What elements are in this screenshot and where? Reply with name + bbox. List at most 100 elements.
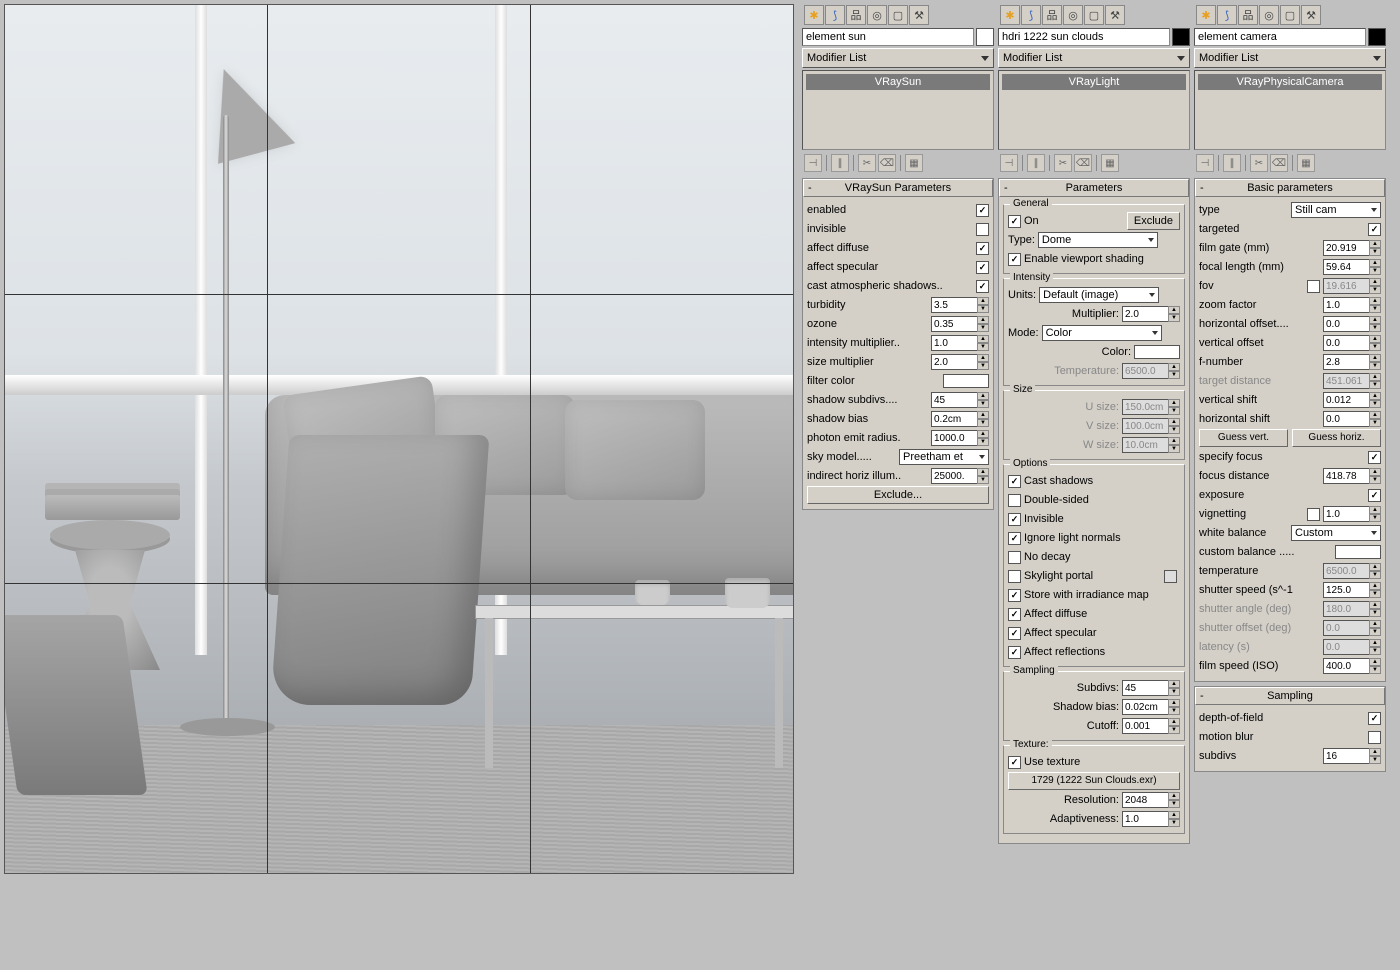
zoom-factor-spinner[interactable]: ▲▼: [1323, 297, 1381, 313]
f-number-spinner[interactable]: ▲▼: [1323, 354, 1381, 370]
hierarchy-tab-icon[interactable]: 品: [1238, 5, 1258, 25]
cutoff-spinner[interactable]: ▲▼: [1122, 718, 1180, 734]
no-decay-checkbox[interactable]: [1008, 551, 1021, 564]
motion-tab-icon[interactable]: ◎: [1063, 5, 1083, 25]
double-sided-checkbox[interactable]: [1008, 494, 1021, 507]
affect-diffuse-checkbox[interactable]: [976, 242, 989, 255]
shutter-speed-spinner[interactable]: ▲▼: [1323, 582, 1381, 598]
motion-tab-icon[interactable]: ◎: [867, 5, 887, 25]
remove-modifier-icon[interactable]: ⌫: [1074, 154, 1092, 172]
focus-distance-spinner[interactable]: ▲▼: [1323, 468, 1381, 484]
make-unique-icon[interactable]: ✂: [858, 154, 876, 172]
enabled-checkbox[interactable]: [976, 204, 989, 217]
pin-stack-icon[interactable]: ⊣: [804, 154, 822, 172]
invisible-checkbox[interactable]: [1008, 513, 1021, 526]
rollout-header[interactable]: -Parameters: [999, 179, 1189, 197]
utilities-tab-icon[interactable]: ⚒: [909, 5, 929, 25]
ozone-spinner[interactable]: ▲▼: [931, 316, 989, 332]
affect-specular-checkbox[interactable]: [1008, 627, 1021, 640]
adaptiveness-spinner[interactable]: ▲▼: [1122, 811, 1180, 827]
affect-reflections-checkbox[interactable]: [1008, 646, 1021, 659]
configure-sets-icon[interactable]: ▦: [1101, 154, 1119, 172]
guess-vert-button[interactable]: Guess vert.: [1199, 429, 1288, 447]
photon-emit-spinner[interactable]: ▲▼: [931, 430, 989, 446]
motion-blur-checkbox[interactable]: [1368, 731, 1381, 744]
store-irr-checkbox[interactable]: [1008, 589, 1021, 602]
use-texture-checkbox[interactable]: [1008, 756, 1021, 769]
pin-stack-icon[interactable]: ⊣: [1196, 154, 1214, 172]
hierarchy-tab-icon[interactable]: 品: [1042, 5, 1062, 25]
hierarchy-tab-icon[interactable]: 品: [846, 5, 866, 25]
modify-tab-icon[interactable]: ⟆: [1021, 5, 1041, 25]
vignetting-spinner[interactable]: ▲▼: [1323, 506, 1381, 522]
white-balance-dropdown[interactable]: Custom: [1291, 525, 1381, 541]
display-tab-icon[interactable]: ▢: [1084, 5, 1104, 25]
stack-item-vraysun[interactable]: VRaySun: [806, 74, 990, 90]
intensity-mult-spinner[interactable]: ▲▼: [931, 335, 989, 351]
rollout-header[interactable]: -Basic parameters: [1195, 179, 1385, 197]
resolution-spinner[interactable]: ▲▼: [1122, 792, 1180, 808]
object-color-swatch[interactable]: [976, 28, 994, 46]
custom-balance-swatch[interactable]: [1335, 545, 1381, 559]
show-end-result-icon[interactable]: ∥: [831, 154, 849, 172]
show-end-result-icon[interactable]: ∥: [1223, 154, 1241, 172]
create-tab-icon[interactable]: ✱: [1196, 5, 1216, 25]
subdivs-spinner[interactable]: ▲▼: [1323, 748, 1381, 764]
shadow-bias-spinner[interactable]: ▲▼: [1122, 699, 1180, 715]
make-unique-icon[interactable]: ✂: [1054, 154, 1072, 172]
modifier-stack[interactable]: VRayLight: [998, 70, 1190, 150]
modify-tab-icon[interactable]: ⟆: [1217, 5, 1237, 25]
h-shift-spinner[interactable]: ▲▼: [1323, 411, 1381, 427]
object-name-input[interactable]: [1194, 28, 1366, 46]
dof-checkbox[interactable]: [1368, 712, 1381, 725]
object-color-swatch[interactable]: [1368, 28, 1386, 46]
modify-tab-icon[interactable]: ⟆: [825, 5, 845, 25]
display-tab-icon[interactable]: ▢: [1280, 5, 1300, 25]
texture-map-button[interactable]: 1729 (1222 Sun Clouds.exr): [1008, 772, 1180, 790]
remove-modifier-icon[interactable]: ⌫: [1270, 154, 1288, 172]
display-tab-icon[interactable]: ▢: [888, 5, 908, 25]
guess-horiz-button[interactable]: Guess horiz.: [1292, 429, 1381, 447]
specify-focus-checkbox[interactable]: [1368, 451, 1381, 464]
mode-dropdown[interactable]: Color: [1042, 325, 1162, 341]
color-swatch[interactable]: [1134, 345, 1180, 359]
show-end-result-icon[interactable]: ∥: [1027, 154, 1045, 172]
skylight-portal-checkbox[interactable]: [1008, 570, 1021, 583]
on-checkbox[interactable]: [1008, 215, 1021, 228]
v-shift-spinner[interactable]: ▲▼: [1323, 392, 1381, 408]
remove-modifier-icon[interactable]: ⌫: [878, 154, 896, 172]
targeted-checkbox[interactable]: [1368, 223, 1381, 236]
invisible-checkbox[interactable]: [976, 223, 989, 236]
affect-diffuse-checkbox[interactable]: [1008, 608, 1021, 621]
size-mult-spinner[interactable]: ▲▼: [931, 354, 989, 370]
configure-sets-icon[interactable]: ▦: [905, 154, 923, 172]
modifier-list-dropdown[interactable]: Modifier List: [998, 48, 1190, 68]
modifier-list-dropdown[interactable]: Modifier List: [1194, 48, 1386, 68]
multiplier-spinner[interactable]: ▲▼: [1122, 306, 1180, 322]
viewport[interactable]: [4, 4, 794, 874]
motion-tab-icon[interactable]: ◎: [1259, 5, 1279, 25]
affect-specular-checkbox[interactable]: [976, 261, 989, 274]
cast-atmos-checkbox[interactable]: [976, 280, 989, 293]
make-unique-icon[interactable]: ✂: [1250, 154, 1268, 172]
modifier-list-dropdown[interactable]: Modifier List: [802, 48, 994, 68]
object-name-input[interactable]: [802, 28, 974, 46]
utilities-tab-icon[interactable]: ⚒: [1301, 5, 1321, 25]
type-dropdown[interactable]: Dome: [1038, 232, 1158, 248]
filter-color-swatch[interactable]: [943, 374, 989, 388]
modifier-stack[interactable]: VRaySun: [802, 70, 994, 150]
shadow-bias-spinner[interactable]: ▲▼: [931, 411, 989, 427]
stack-item[interactable]: VRayPhysicalCamera: [1198, 74, 1382, 90]
subdivs-spinner[interactable]: ▲▼: [1122, 680, 1180, 696]
vignetting-checkbox[interactable]: [1307, 508, 1320, 521]
modifier-stack[interactable]: VRayPhysicalCamera: [1194, 70, 1386, 150]
viewport-shading-checkbox[interactable]: [1008, 253, 1021, 266]
fov-checkbox[interactable]: [1307, 280, 1320, 293]
utilities-tab-icon[interactable]: ⚒: [1105, 5, 1125, 25]
exclude-button[interactable]: Exclude...: [807, 486, 989, 504]
type-dropdown[interactable]: Still cam: [1291, 202, 1381, 218]
turbidity-spinner[interactable]: ▲▼: [931, 297, 989, 313]
stack-item[interactable]: VRayLight: [1002, 74, 1186, 90]
film-gate-spinner[interactable]: ▲▼: [1323, 240, 1381, 256]
film-speed-spinner[interactable]: ▲▼: [1323, 658, 1381, 674]
